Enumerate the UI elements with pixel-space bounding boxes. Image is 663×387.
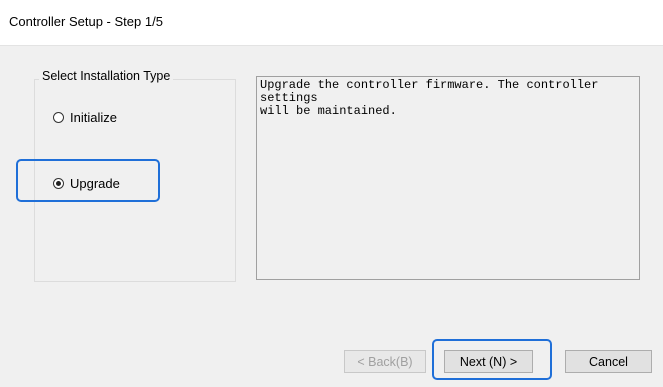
description-text: Upgrade the controller firmware. The con…	[260, 78, 599, 118]
description-panel: Upgrade the controller firmware. The con…	[256, 76, 640, 280]
radio-initialize-label: Initialize	[70, 110, 117, 125]
installation-type-legend: Select Installation Type	[39, 69, 174, 83]
radio-upgrade-label: Upgrade	[70, 176, 120, 191]
cancel-button[interactable]: Cancel	[565, 350, 652, 373]
next-button-label: Next (N) >	[459, 354, 518, 369]
back-button-label: < Back(B)	[357, 354, 413, 369]
radio-initialize[interactable]: Initialize	[53, 110, 117, 125]
radio-upgrade[interactable]: Upgrade	[53, 176, 120, 191]
radio-initialize-indicator[interactable]	[53, 112, 64, 123]
radio-upgrade-indicator[interactable]	[53, 178, 64, 189]
window-title: Controller Setup - Step 1/5	[9, 14, 163, 29]
dialog-body: Select Installation Type Initialize Upgr…	[0, 46, 663, 387]
back-button[interactable]: < Back(B)	[344, 350, 426, 373]
next-button[interactable]: Next (N) >	[444, 350, 533, 373]
cancel-button-label: Cancel	[589, 354, 628, 369]
title-bar: Controller Setup - Step 1/5	[0, 0, 663, 46]
